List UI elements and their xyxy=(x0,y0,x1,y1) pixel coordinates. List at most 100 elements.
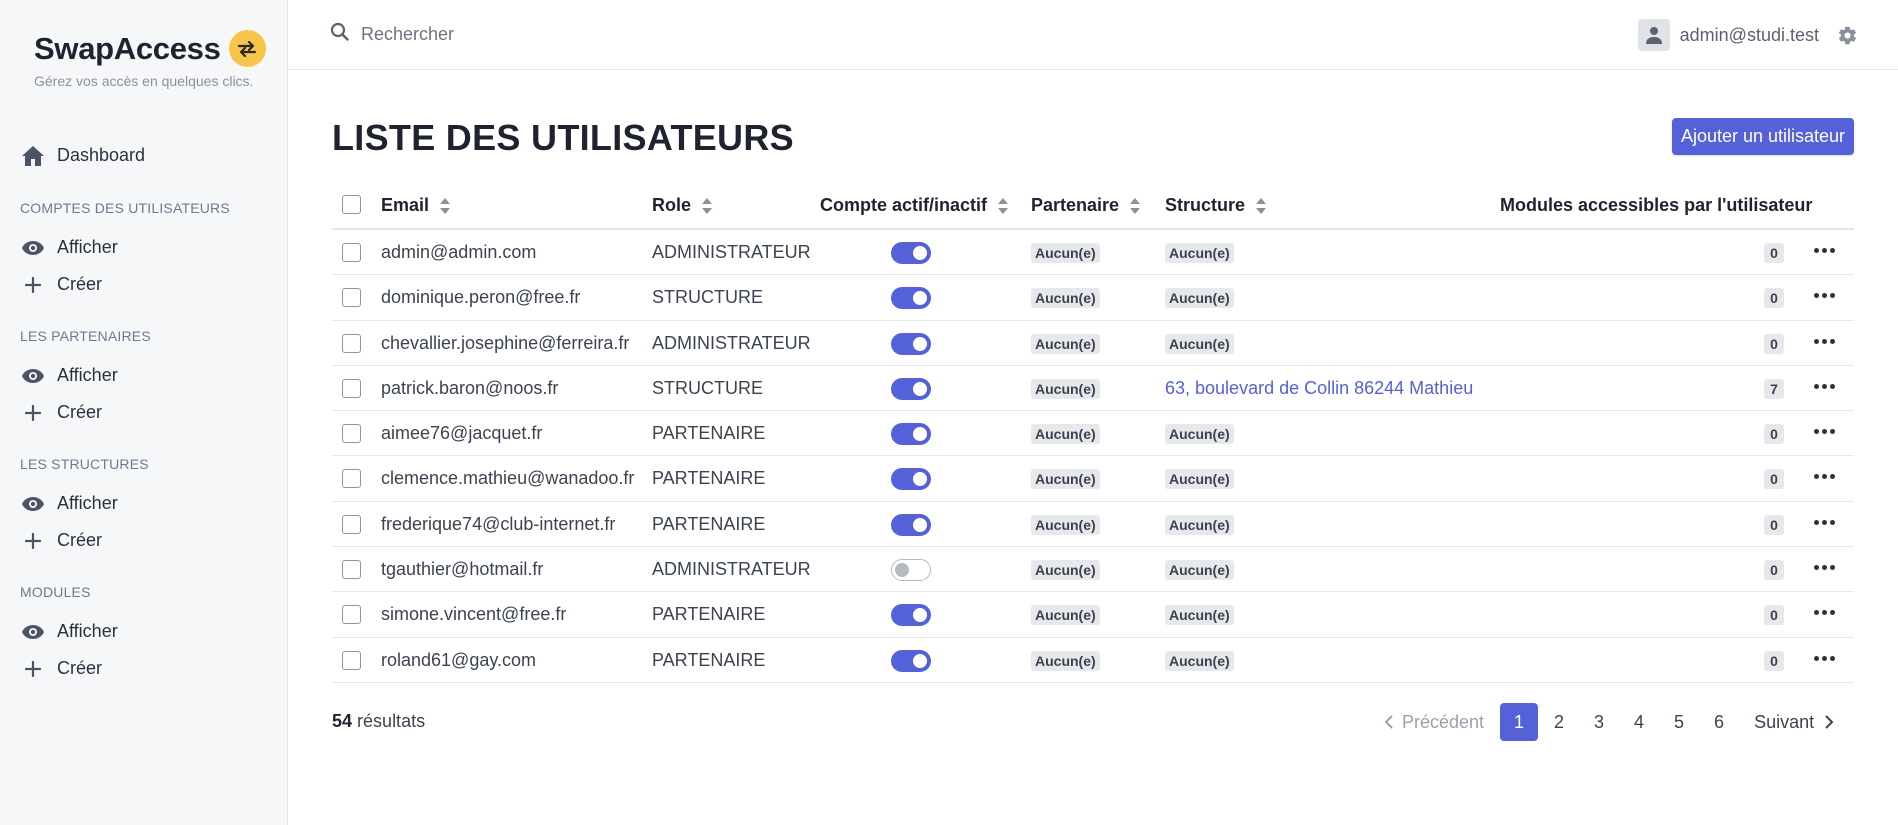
more-actions-icon[interactable] xyxy=(1814,287,1835,299)
more-actions-icon[interactable] xyxy=(1814,559,1835,571)
row-checkbox[interactable] xyxy=(342,243,361,262)
search-input[interactable] xyxy=(361,23,661,45)
page-number-button[interactable]: 1 xyxy=(1500,703,1539,741)
topbar: admin@studi.test xyxy=(288,0,1898,70)
add-user-button[interactable]: Ajouter un utilisateur xyxy=(1672,118,1854,155)
row-checkbox[interactable] xyxy=(342,333,361,353)
active-toggle[interactable] xyxy=(891,649,931,672)
row-checkbox[interactable] xyxy=(342,469,361,489)
structure-badge: Aucun(e) xyxy=(1165,424,1234,445)
more-actions-icon[interactable] xyxy=(1814,378,1835,389)
sidebar-item-afficher[interactable]: Afficher xyxy=(20,491,118,516)
cell-email: patrick.baron@noos.fr xyxy=(381,377,559,398)
sidebar: SwapAccess Gérez vos accès en quelques c… xyxy=(0,0,288,825)
sidebar-item-afficher[interactable]: Afficher xyxy=(20,363,118,388)
sidebar-item-creer[interactable]: Créer xyxy=(20,272,102,297)
user-menu[interactable]: admin@studi.test xyxy=(1637,19,1858,51)
more-actions-icon[interactable] xyxy=(1814,650,1835,661)
partner-badge: Aucun(e) xyxy=(1031,469,1100,490)
sidebar-item-afficher[interactable]: Afficher xyxy=(20,235,118,260)
sidebar-item-label: Créer xyxy=(57,530,103,550)
brand[interactable]: SwapAccess xyxy=(34,30,266,67)
active-toggle[interactable] xyxy=(891,513,931,536)
more-actions-icon[interactable] xyxy=(1814,333,1835,344)
gear-icon[interactable] xyxy=(1837,25,1858,46)
user-avatar-icon xyxy=(1637,19,1670,51)
cell-email: roland61@gay.com xyxy=(381,649,537,670)
next-page-button[interactable]: Suivant xyxy=(1754,703,1834,741)
modules-count-badge: 0 xyxy=(1764,243,1784,263)
more-actions-icon[interactable] xyxy=(1814,423,1835,435)
cell-email: aimee76@jacquet.fr xyxy=(381,423,543,444)
page-number-button[interactable]: 6 xyxy=(1700,703,1738,741)
table-row[interactable]: patrick.baron@noos.fr STRUCTURE Aucun(e) 63… xyxy=(332,366,1854,412)
active-toggle[interactable] xyxy=(891,423,931,446)
row-checkbox[interactable] xyxy=(342,378,361,398)
sort-icon xyxy=(1255,197,1267,215)
row-checkbox[interactable] xyxy=(342,514,361,534)
table-row[interactable]: chevallier.josephine@ferreira.fr ADMINIST… xyxy=(332,321,1854,366)
table-row[interactable]: admin@admin.com ADMINISTRATEUR Aucun(e) Auc… xyxy=(332,230,1854,276)
search-bar xyxy=(330,22,661,46)
row-checkbox[interactable] xyxy=(342,605,361,625)
sidebar-item-dashboard[interactable]: Dashboard xyxy=(20,143,145,168)
page-number-button[interactable]: 5 xyxy=(1660,703,1698,741)
column-active[interactable]: Compte actif/inactif xyxy=(820,195,1009,216)
structure-link[interactable]: 63, boulevard de Collin 86244 Mathieu xyxy=(1165,378,1473,399)
more-actions-icon[interactable] xyxy=(1814,468,1835,480)
sidebar-item-creer[interactable]: Créer xyxy=(20,528,102,553)
page-number-button[interactable]: 4 xyxy=(1620,703,1658,741)
page-number-button[interactable]: 3 xyxy=(1580,703,1618,741)
active-toggle[interactable] xyxy=(891,468,931,491)
table-row[interactable]: dominique.peron@free.fr STRUCTURE Aucun(e)… xyxy=(332,275,1854,321)
more-actions-icon[interactable] xyxy=(1814,604,1835,616)
sidebar-item-label: Afficher xyxy=(57,493,118,513)
structure-badge: Aucun(e) xyxy=(1165,333,1234,354)
sidebar-section-title: LES PARTENAIRES xyxy=(20,328,151,344)
table-row[interactable]: tgauthier@hotmail.fr ADMINISTRATEUR Aucun(… xyxy=(332,547,1854,593)
table-row[interactable]: roland61@gay.com PARTENAIRE Aucun(e) Aucun(… xyxy=(332,638,1854,683)
page-number-button[interactable]: 2 xyxy=(1540,703,1578,741)
cell-email: dominique.peron@free.fr xyxy=(381,287,581,308)
structure-badge: Aucun(e) xyxy=(1165,514,1234,535)
sidebar-item-creer[interactable]: Créer xyxy=(20,656,102,681)
sort-icon xyxy=(701,197,713,215)
active-toggle[interactable] xyxy=(891,377,931,400)
more-actions-icon[interactable] xyxy=(1814,514,1835,525)
active-toggle[interactable] xyxy=(891,242,931,264)
table-row[interactable]: simone.vincent@free.fr PARTENAIRE Aucun(e)… xyxy=(332,592,1854,638)
table-row[interactable]: clemence.mathieu@wanadoo.fr PARTENAIRE Auc… xyxy=(332,456,1854,502)
eye-icon xyxy=(20,363,45,388)
row-checkbox[interactable] xyxy=(342,424,361,444)
users-table: Email Role Compte actif/inactif Partenai… xyxy=(332,184,1854,683)
active-toggle[interactable] xyxy=(891,559,931,582)
column-structure[interactable]: Structure xyxy=(1165,195,1267,216)
sidebar-item-label: Dashboard xyxy=(57,145,146,165)
table-header: Email Role Compte actif/inactif Partenai… xyxy=(332,184,1854,230)
column-label: Structure xyxy=(1165,195,1246,215)
cell-role: STRUCTURE xyxy=(652,287,763,308)
table-row[interactable]: frederique74@club-internet.fr PARTENAIRE A… xyxy=(332,502,1854,548)
row-checkbox[interactable] xyxy=(342,288,361,308)
sidebar-item-afficher[interactable]: Afficher xyxy=(20,619,118,644)
active-toggle[interactable] xyxy=(891,287,931,310)
row-checkbox[interactable] xyxy=(342,650,361,670)
structure-badge: Aucun(e) xyxy=(1165,288,1234,309)
sidebar-item-creer[interactable]: Créer xyxy=(20,400,102,425)
partner-badge: Aucun(e) xyxy=(1031,650,1100,671)
plus-icon xyxy=(20,528,45,553)
cell-role: STRUCTURE xyxy=(652,377,763,398)
column-email[interactable]: Email xyxy=(381,195,451,216)
more-actions-icon[interactable] xyxy=(1814,242,1835,253)
table-row[interactable]: aimee76@jacquet.fr PARTENAIRE Aucun(e) Aucu… xyxy=(332,411,1854,457)
column-role[interactable]: Role xyxy=(652,195,713,216)
plus-icon xyxy=(20,656,45,681)
column-partner[interactable]: Partenaire xyxy=(1031,195,1141,216)
modules-count-badge: 0 xyxy=(1764,424,1784,445)
row-checkbox[interactable] xyxy=(342,560,361,580)
select-all-checkbox[interactable] xyxy=(342,195,361,214)
active-toggle[interactable] xyxy=(891,332,931,355)
active-toggle[interactable] xyxy=(891,604,931,627)
modules-count-badge: 0 xyxy=(1764,560,1784,581)
previous-page-button[interactable]: Précédent xyxy=(1384,703,1484,741)
